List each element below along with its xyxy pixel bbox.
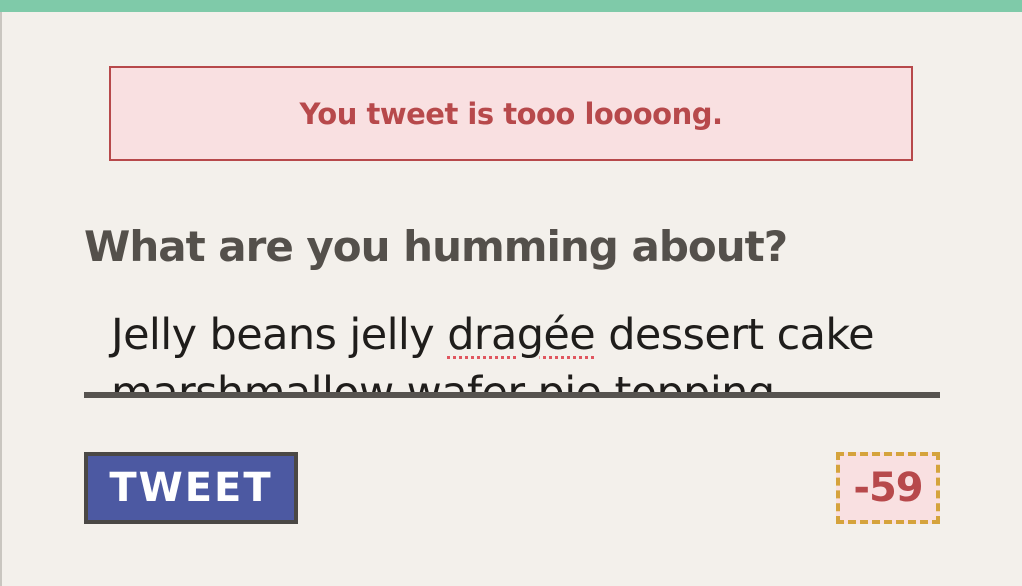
error-message: You tweet is tooo loooong. <box>299 96 723 131</box>
left-edge-divider <box>0 12 2 586</box>
compose-prompt-label: What are you humming about? <box>84 222 788 271</box>
tweet-textarea[interactable]: Jelly beans jelly dragée dessert cake ma… <box>84 300 940 392</box>
top-accent-bar <box>0 0 1022 12</box>
misspelled-word: dragée <box>447 310 596 360</box>
error-banner: You tweet is tooo loooong. <box>109 66 913 161</box>
character-counter: -59 <box>836 452 940 524</box>
tweet-text-start: Jelly beans jelly <box>111 310 448 360</box>
tweet-button[interactable]: TWEET <box>84 452 298 524</box>
textarea-underline <box>84 392 940 398</box>
